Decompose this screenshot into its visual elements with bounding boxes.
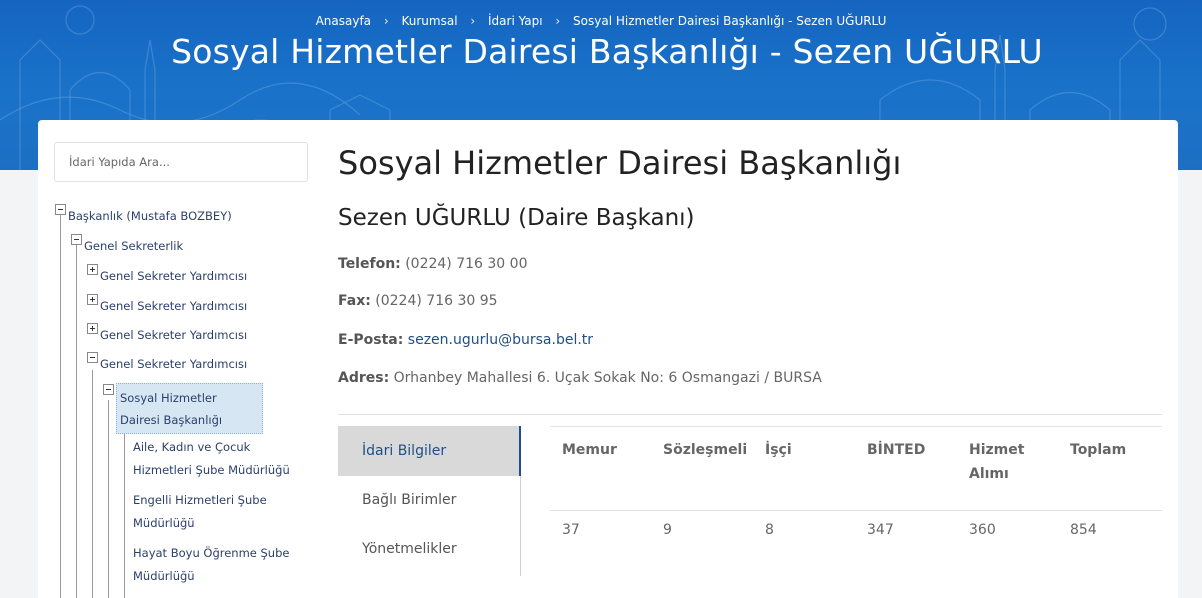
tree-item-deputy[interactable]: Genel Sekreter Yardımcısı bbox=[100, 299, 247, 313]
person-title: Sezen UĞURLU (Daire Başkanı) bbox=[338, 205, 695, 231]
fax-row: Fax: (0224) 716 30 95 bbox=[338, 293, 498, 309]
tree-item-child[interactable]: Aile, Kadın ve Çocuk Hizmetleri Şube Müd… bbox=[133, 436, 308, 482]
table-cell: 9 bbox=[663, 522, 672, 538]
fax-value: (0224) 716 30 95 bbox=[375, 293, 498, 309]
admin-tree: Başkanlık (Mustafa BOZBEY) Genel Sekrete… bbox=[38, 120, 328, 598]
tree-item-general-secretary[interactable]: Genel Sekreterlik bbox=[84, 239, 183, 253]
tree-line bbox=[60, 215, 61, 598]
email-link[interactable]: sezen.ugurlu@bursa.bel.tr bbox=[408, 332, 593, 348]
expand-icon[interactable] bbox=[87, 264, 98, 275]
tree-line bbox=[76, 245, 77, 598]
tree-line bbox=[92, 370, 93, 598]
table-cell: 37 bbox=[562, 522, 580, 538]
column-header: BİNTED bbox=[867, 442, 926, 458]
fax-label: Fax: bbox=[338, 293, 371, 309]
chevron-right-icon: › bbox=[383, 13, 389, 28]
tree-item-selected[interactable]: Sosyal Hizmetler Dairesi Başkanlığı bbox=[116, 383, 263, 434]
tree-item-deputy[interactable]: Genel Sekreter Yardımcısı bbox=[100, 357, 247, 371]
breadcrumb-current: Sosyal Hizmetler Dairesi Başkanlığı - Se… bbox=[573, 13, 887, 28]
column-header: Hizmet Alımı bbox=[969, 442, 1025, 482]
column-header: Toplam bbox=[1070, 442, 1127, 458]
address-label: Adres: bbox=[338, 370, 390, 386]
address-value: Orhanbey Mahallesi 6. Uçak Sokak No: 6 O… bbox=[393, 370, 822, 386]
tree-item-child[interactable]: Hayat Boyu Öğrenme Şube Müdürlüğü bbox=[133, 542, 308, 588]
breadcrumb-corporate[interactable]: Kurumsal bbox=[401, 14, 457, 28]
content-card: Başkanlık (Mustafa BOZBEY) Genel Sekrete… bbox=[38, 120, 1178, 598]
column-header: Sözleşmeli bbox=[663, 442, 748, 458]
tree-line bbox=[124, 420, 125, 598]
tab-regulations[interactable]: Yönetmelikler bbox=[338, 524, 521, 574]
collapse-icon[interactable] bbox=[87, 352, 98, 363]
info-tabs: İdari Bilgiler Bağlı Birimler Yönetmelik… bbox=[338, 426, 521, 576]
tree-item-child[interactable]: Engelli Hizmetleri Şube Müdürlüğü bbox=[133, 489, 283, 535]
tree-item-deputy[interactable]: Genel Sekreter Yardımcısı bbox=[100, 328, 247, 342]
tab-admin-info[interactable]: İdari Bilgiler bbox=[338, 426, 521, 476]
breadcrumb-home[interactable]: Anasayfa bbox=[316, 14, 371, 28]
tab-sub-units[interactable]: Bağlı Birimler bbox=[338, 475, 521, 525]
collapse-icon[interactable] bbox=[71, 234, 82, 245]
column-header: Memur bbox=[562, 442, 617, 458]
chevron-right-icon: › bbox=[470, 13, 476, 28]
page-title: Sosyal Hizmetler Dairesi Başkanlığı - Se… bbox=[171, 32, 1043, 71]
email-row: E-Posta: sezen.ugurlu@bursa.bel.tr bbox=[338, 332, 593, 348]
search-input[interactable] bbox=[54, 142, 308, 182]
tree-item-root[interactable]: Başkanlık (Mustafa BOZBEY) bbox=[68, 209, 232, 223]
table-cell: 360 bbox=[969, 522, 996, 538]
column-header: İşçi bbox=[765, 442, 792, 458]
email-label: E-Posta: bbox=[338, 332, 404, 348]
address-row: Adres: Orhanbey Mahallesi 6. Uçak Sokak … bbox=[338, 370, 822, 386]
expand-icon[interactable] bbox=[87, 323, 98, 334]
department-title: Sosyal Hizmetler Dairesi Başkanlığı bbox=[338, 144, 902, 182]
breadcrumb-admin-structure[interactable]: İdari Yapı bbox=[488, 14, 543, 28]
table-cell: 347 bbox=[867, 522, 894, 538]
table-cell: 854 bbox=[1070, 522, 1097, 538]
breadcrumb: Anasayfa › Kurumsal › İdari Yapı › Sosya… bbox=[0, 13, 1202, 28]
tree-line bbox=[108, 400, 109, 598]
chevron-right-icon: › bbox=[555, 13, 561, 28]
phone-value: (0224) 716 30 00 bbox=[405, 256, 528, 272]
collapse-icon[interactable] bbox=[55, 204, 66, 215]
tree-item-deputy[interactable]: Genel Sekreter Yardımcısı bbox=[100, 269, 247, 283]
phone-row: Telefon: (0224) 716 30 00 bbox=[338, 256, 527, 272]
expand-icon[interactable] bbox=[87, 294, 98, 305]
phone-label: Telefon: bbox=[338, 256, 401, 272]
divider bbox=[338, 414, 1162, 415]
collapse-icon[interactable] bbox=[103, 384, 114, 395]
table-cell: 8 bbox=[765, 522, 774, 538]
